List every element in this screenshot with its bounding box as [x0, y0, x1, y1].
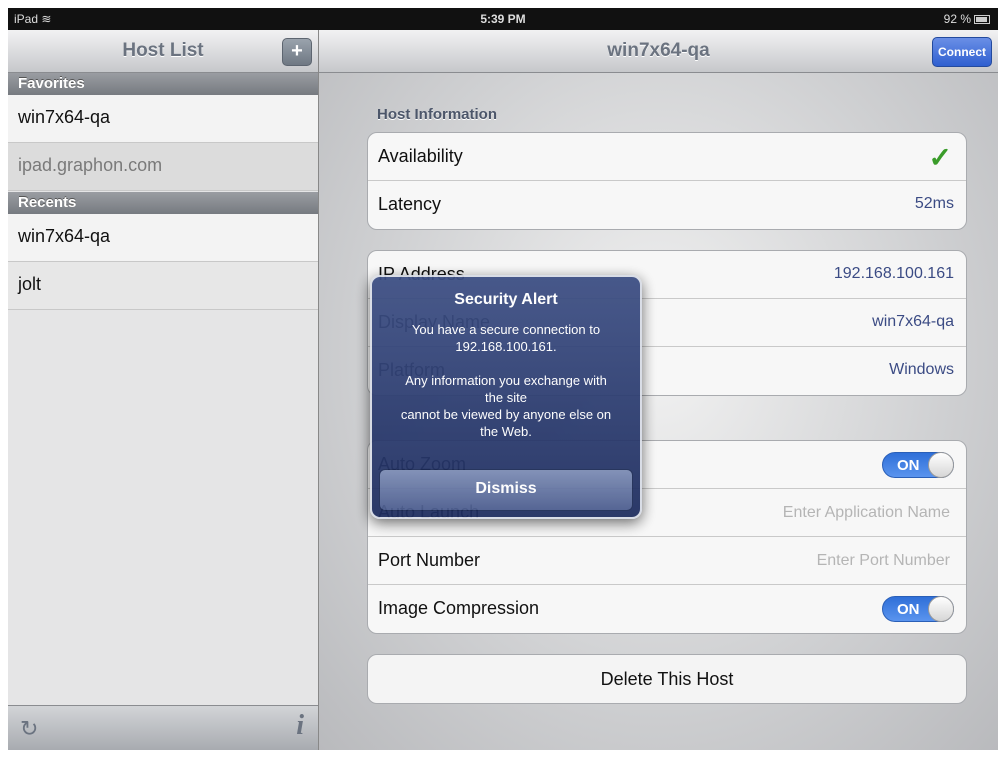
platform-value[interactable]: Windows: [889, 361, 954, 379]
image-compression-label: Image Compression: [378, 598, 540, 618]
availability-label: Availability: [378, 146, 463, 166]
auto-launch-input[interactable]: Enter Application Name: [783, 504, 950, 522]
list-item-favorite-ipad-graphon[interactable]: ipad.graphon.com: [8, 143, 318, 191]
checkmark-icon: ✓: [928, 142, 952, 173]
port-number-input[interactable]: Enter Port Number: [817, 552, 950, 570]
left-navbar: Host List +: [8, 30, 318, 73]
latency-value: 52ms: [914, 195, 954, 212]
image-compression-toggle[interactable]: ON: [882, 596, 954, 622]
section-header-recents: Recents: [8, 192, 318, 214]
host-detail-title: win7x64-qa: [607, 40, 710, 61]
info-icon[interactable]: i: [296, 710, 304, 742]
host-availability-group: Availability ✓ Latency 52ms: [367, 132, 967, 230]
image-compression-toggle-text: ON: [897, 601, 920, 618]
host-information-label: Host Information: [377, 106, 497, 123]
status-bar: iPad ≋ 5:39 PM 92 %: [8, 8, 998, 30]
status-right: 92 %: [944, 12, 990, 26]
availability-cell: Availability ✓: [368, 133, 966, 181]
toggle-knob: [928, 452, 954, 478]
refresh-icon[interactable]: ↻: [20, 716, 38, 742]
section-header-favorites: Favorites: [8, 73, 318, 95]
alert-title: Security Alert: [454, 291, 558, 308]
alert-message: You have a secure connection to 192.168.…: [400, 322, 612, 439]
right-navbar: win7x64-qa Connect: [319, 30, 998, 73]
auto-zoom-toggle-text: ON: [897, 457, 920, 474]
latency-label: Latency: [378, 194, 442, 214]
battery-percent: 92 %: [943, 12, 971, 26]
ipad-screen: iPad ≋ 5:39 PM 92 % Host List + Favorite…: [8, 8, 998, 750]
ip-address-value[interactable]: 192.168.100.161: [834, 265, 954, 283]
host-list-pane: Host List + Favorites win7x64-qa ipad.gr…: [8, 30, 319, 750]
connect-button[interactable]: Connect: [932, 37, 992, 67]
list-item-favorite-win7x64-qa[interactable]: win7x64-qa: [8, 95, 318, 143]
image-compression-cell: Image Compression ON: [368, 585, 966, 633]
toggle-knob: [928, 596, 954, 622]
host-list-title: Host List: [122, 40, 204, 61]
add-host-button[interactable]: +: [282, 38, 312, 66]
dismiss-button[interactable]: Dismiss: [379, 469, 633, 511]
latency-cell: Latency 52ms: [368, 181, 966, 229]
delete-host-button[interactable]: Delete This Host: [367, 654, 967, 704]
left-toolbar: ↻ i: [8, 705, 318, 750]
port-number-cell[interactable]: Port Number Enter Port Number: [368, 537, 966, 585]
status-time: 5:39 PM: [480, 12, 526, 26]
auto-zoom-toggle[interactable]: ON: [882, 452, 954, 478]
display-name-value[interactable]: win7x64-qa: [872, 313, 954, 331]
port-number-label: Port Number: [378, 550, 481, 570]
battery-icon: [974, 15, 990, 25]
security-alert-dialog: Security Alert You have a secure connect…: [370, 275, 642, 519]
list-item-recent-win7x64-qa[interactable]: win7x64-qa: [8, 214, 318, 262]
list-item-recent-jolt[interactable]: jolt: [8, 262, 318, 310]
